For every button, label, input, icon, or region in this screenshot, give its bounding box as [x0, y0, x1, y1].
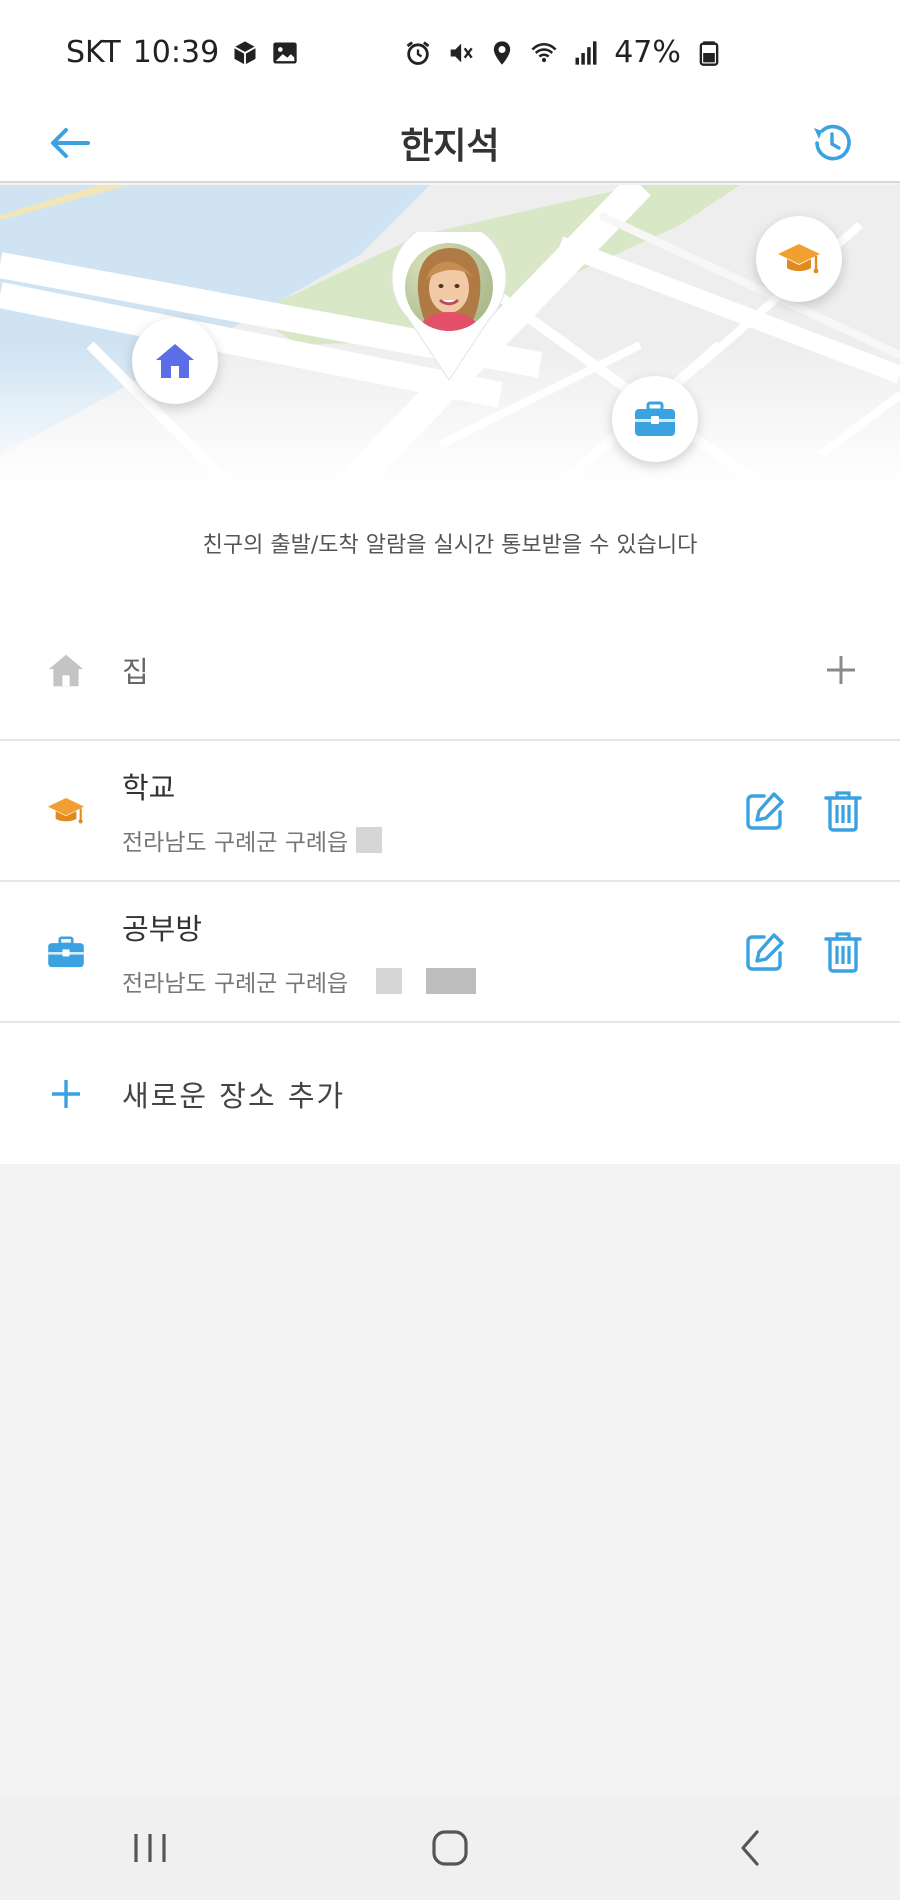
status-right: 47%	[404, 35, 723, 70]
place-text: 공부방 전라남도 구례군 구례읍	[122, 906, 477, 998]
mute-icon	[446, 39, 474, 67]
location-icon	[488, 39, 516, 67]
history-button[interactable]	[802, 113, 862, 173]
gallery-icon	[271, 39, 299, 67]
place-address-row: 전라남도 구례군 구례읍	[122, 964, 477, 998]
school-pin[interactable]	[756, 216, 842, 302]
history-icon	[814, 124, 851, 161]
home-circle-icon	[432, 1829, 468, 1866]
plus-icon	[827, 655, 855, 684]
signal-icon	[572, 39, 600, 67]
app-bar: 한지석	[0, 105, 900, 183]
trash-icon	[824, 931, 862, 973]
place-address: 전라남도 구례군 구례읍	[122, 970, 349, 997]
home-icon	[156, 344, 194, 378]
place-address: 전라남도 구례군 구례읍	[122, 829, 349, 856]
plus-icon	[44, 1072, 88, 1116]
status-left: SKT 10:39	[66, 35, 299, 70]
system-nav-bar	[0, 1795, 900, 1900]
graduation-cap-icon	[778, 244, 820, 274]
friend-location-pin[interactable]	[390, 220, 508, 382]
graduation-cap-icon	[44, 789, 88, 833]
edit-button[interactable]	[742, 788, 788, 834]
add-home-button[interactable]	[820, 649, 862, 691]
recent-apps-icon	[134, 1833, 166, 1862]
briefcase-icon	[44, 930, 88, 974]
arrow-left-icon	[51, 128, 90, 158]
row-actions	[742, 788, 866, 834]
battery-percent: 47%	[614, 35, 681, 70]
briefcase-icon	[635, 401, 675, 436]
place-title: 학교	[122, 770, 176, 805]
row-actions	[742, 929, 866, 975]
carrier-label: SKT	[66, 35, 121, 70]
home-icon	[44, 648, 88, 692]
place-text: 집	[122, 649, 149, 691]
work-pin[interactable]	[612, 376, 698, 462]
place-text: 새로운 장소 추가	[122, 1073, 345, 1115]
place-row-study-room[interactable]: 공부방 전라남도 구례군 구례읍	[0, 882, 900, 1023]
redacted-block	[356, 826, 383, 853]
recent-apps-button[interactable]	[115, 1813, 185, 1883]
battery-icon	[695, 39, 723, 67]
page-title: 한지석	[400, 126, 500, 167]
clock: 10:39	[132, 35, 220, 70]
place-row-school[interactable]: 학교 전라남도 구례군 구례읍	[0, 741, 900, 882]
place-title: 집	[122, 654, 149, 689]
add-place-label: 새로운 장소 추가	[122, 1078, 346, 1113]
cube-app-icon	[231, 39, 259, 67]
back-button[interactable]	[40, 113, 100, 173]
system-back-button[interactable]	[715, 1813, 785, 1883]
delete-button[interactable]	[820, 929, 866, 975]
redacted-block	[426, 967, 477, 994]
home-pin[interactable]	[132, 318, 218, 404]
notice-text: 친구의 출발/도착 알람을 실시간 통보받을 수 있습니다	[202, 532, 698, 558]
place-text: 학교 전라남도 구례군 구례읍	[122, 765, 383, 857]
notice-text-area: 친구의 출발/도착 알람을 실시간 통보받을 수 있습니다	[0, 485, 900, 600]
add-place-button[interactable]: 새로운 장소 추가	[0, 1023, 900, 1164]
trash-icon	[824, 790, 862, 832]
places-list: 집 학교 전라남도 구례군 구례읍 공부방 전라남도 구례군 구례읍 새로운 장…	[0, 600, 900, 1164]
place-row-home[interactable]: 집	[0, 600, 900, 741]
edit-button[interactable]	[742, 929, 788, 975]
redacted-block	[376, 967, 403, 994]
status-bar: SKT 10:39 47%	[0, 0, 900, 105]
delete-button[interactable]	[820, 788, 866, 834]
edit-icon	[746, 791, 784, 830]
edit-icon	[746, 932, 784, 971]
chevron-left-icon	[741, 1829, 759, 1866]
home-button[interactable]	[415, 1813, 485, 1883]
avatar	[391, 220, 507, 381]
place-title: 공부방	[122, 911, 203, 946]
place-address-row: 전라남도 구례군 구례읍	[122, 823, 383, 857]
alarm-icon	[404, 39, 432, 67]
wifi-icon	[530, 39, 558, 67]
